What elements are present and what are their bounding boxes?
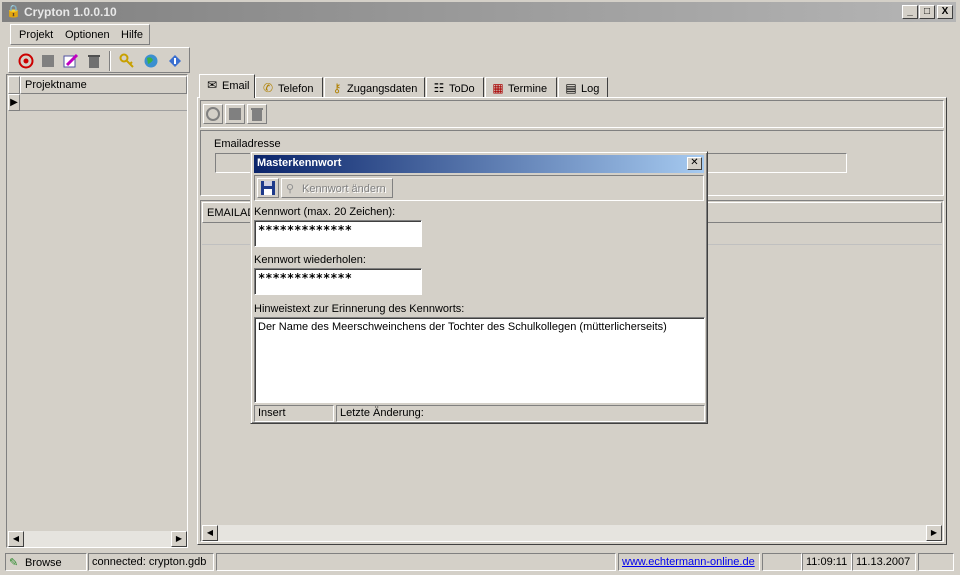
tab-email-label: Email [222, 80, 250, 92]
change-password-label: Kennwort ändern [302, 183, 386, 195]
status-date: 11.13.2007 [852, 553, 916, 571]
minimize-button[interactable]: _ [902, 5, 918, 19]
menu-optionen[interactable]: Optionen [65, 29, 110, 41]
disabled-record-icon [206, 107, 220, 121]
hint-textarea[interactable]: Der Name des Meerschweinchens der Tochte… [254, 317, 705, 403]
toolbar-separator [109, 51, 111, 71]
status-spacer [762, 553, 802, 571]
calendar-icon: ▦ [492, 81, 504, 95]
globe-icon[interactable] [142, 52, 160, 70]
close-button[interactable]: X [937, 5, 953, 19]
window-titlebar[interactable]: 🔒 Crypton 1.0.0.10 _ □ X [2, 2, 956, 22]
main-statusbar: ✎ Browse connected: crypton.gdb www.echte… [2, 551, 956, 573]
status-size-grip[interactable] [918, 553, 954, 571]
dialog-close-button[interactable]: ✕ [687, 157, 702, 170]
tab-telefon[interactable]: ✆ Telefon [255, 77, 323, 97]
row-indicator-icon: ▶ [10, 97, 18, 108]
hint-label: Hinweistext zur Erinnerung des Kennworts… [254, 303, 465, 315]
tab-todo-label: ToDo [449, 83, 475, 95]
repeat-password-label: Kennwort wiederholen: [254, 254, 366, 266]
new-record-icon[interactable] [17, 52, 35, 70]
window-title: Crypton 1.0.0.10 [24, 5, 117, 19]
project-row[interactable] [20, 94, 187, 111]
email-field-label: Emailadresse [214, 138, 281, 150]
email-scroll-left-icon[interactable]: ◀ [202, 525, 218, 541]
status-mode-panel: ✎ Browse [5, 553, 87, 571]
email-hscrollbar[interactable]: ◀ ▶ [202, 525, 942, 541]
status-empty [216, 553, 616, 571]
edit-icon[interactable] [62, 52, 80, 70]
tab-log[interactable]: ▤ Log [558, 77, 608, 97]
project-panel: Projektname ▶ ◀ ▶ [6, 74, 188, 548]
keys-icon[interactable] [118, 52, 136, 70]
scroll-left-icon[interactable]: ◀ [8, 531, 24, 547]
phone-icon: ✆ [262, 81, 274, 95]
password-input[interactable]: ************* [254, 220, 422, 247]
email-delete-button[interactable] [247, 104, 267, 124]
status-connection: connected: crypton.gdb [88, 553, 214, 571]
checklist-icon: ☷ [433, 81, 445, 95]
envelope-icon: ✉ [206, 78, 218, 92]
project-hscrollbar[interactable]: ◀ ▶ [8, 531, 187, 547]
tab-email[interactable]: ✉ Email [199, 74, 255, 98]
row-indicator-cell: ▶ [8, 94, 20, 111]
dialog-titlebar[interactable]: Masterkennwort ✕ [254, 155, 704, 173]
tab-log-label: Log [581, 83, 600, 95]
maximize-button[interactable]: □ [919, 5, 935, 19]
dialog-title: Masterkennwort [257, 157, 342, 169]
key-icon: ⚷ [332, 81, 342, 95]
panel-splitter[interactable] [189, 74, 195, 548]
disabled-icon[interactable] [39, 52, 57, 70]
menu-hilfe[interactable]: Hilfe [121, 29, 143, 41]
email-add-button[interactable] [203, 104, 223, 124]
delete-icon[interactable] [85, 52, 103, 70]
dialog-status-mode: Insert [254, 405, 334, 422]
tab-termine-label: Termine [508, 83, 548, 95]
info-icon[interactable] [166, 52, 184, 70]
disabled-delete-icon [251, 108, 263, 121]
grid-indicator-header [8, 76, 20, 94]
status-time: 11:09:11 [802, 553, 852, 571]
app-lock-icon: 🔒 [6, 4, 21, 18]
masterkennwort-dialog: Masterkennwort ✕ ⚲ Kennwort ändern Kennwo… [250, 151, 708, 424]
status-mode: Browse [25, 557, 62, 569]
tab-todo[interactable]: ☷ ToDo [426, 77, 484, 97]
dialog-toolbar: ⚲ Kennwort ändern [254, 175, 704, 201]
tab-telefon-label: Telefon [278, 83, 314, 95]
menu-group: Projekt Optionen Hilfe [10, 24, 150, 45]
dialog-statusbar: Insert Letzte Änderung: [254, 405, 705, 422]
email-edit-button[interactable] [225, 104, 245, 124]
email-toolbar [200, 100, 944, 128]
dialog-status-last-change: Letzte Änderung: [336, 405, 705, 422]
change-password-button[interactable]: ⚲ Kennwort ändern [281, 178, 393, 198]
repeat-password-input[interactable]: ************* [254, 268, 422, 295]
main-toolbar [8, 47, 190, 73]
scroll-right-icon[interactable]: ▶ [171, 531, 187, 547]
tab-zugangsdaten-label: Zugangsdaten [347, 83, 418, 95]
project-name-header[interactable]: Projektname [20, 76, 187, 94]
email-scroll-right-icon[interactable]: ▶ [926, 525, 942, 541]
tab-strip: ✉ Email ✆ Telefon ⚷ Zugangsdaten ☷ ToDo ▦ Ter… [197, 74, 947, 98]
log-icon: ▤ [565, 81, 577, 95]
browse-icon: ✎ [9, 557, 19, 569]
disabled-edit-icon [229, 108, 241, 120]
tab-zugangsdaten[interactable]: ⚷ Zugangsdaten [324, 77, 425, 97]
save-button[interactable] [257, 178, 279, 198]
status-link[interactable]: www.echtermann-online.de [618, 553, 760, 571]
password-label: Kennwort (max. 20 Zeichen): [254, 206, 396, 218]
key-disabled-icon: ⚲ [286, 183, 295, 195]
menu-projekt[interactable]: Projekt [19, 29, 53, 41]
save-disk-icon [261, 181, 275, 195]
tab-termine[interactable]: ▦ Termine [485, 77, 557, 97]
